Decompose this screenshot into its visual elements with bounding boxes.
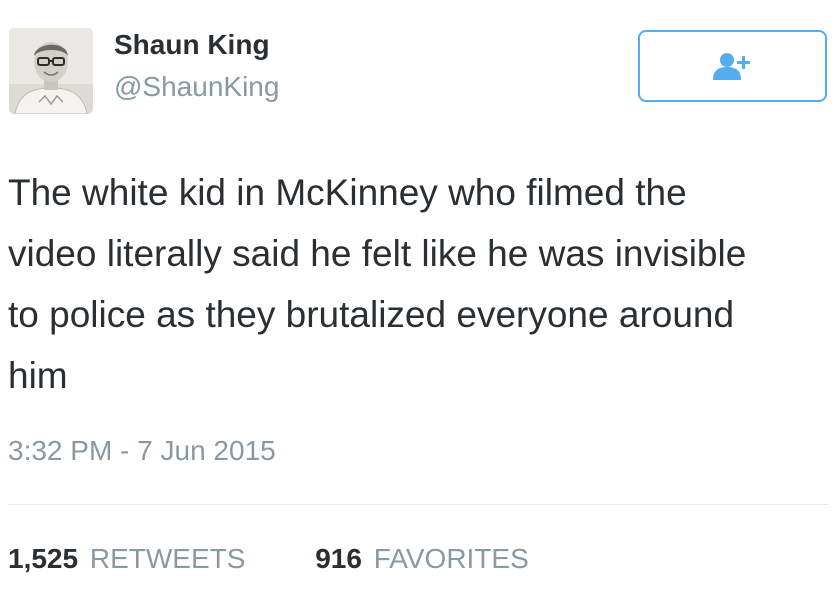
add-user-icon bbox=[712, 53, 750, 80]
follow-button[interactable] bbox=[638, 30, 827, 102]
tweet-stats: 1,525 RETWEETS 916 FAVORITES bbox=[8, 542, 591, 576]
favorite-label: FAVORITES bbox=[373, 543, 529, 574]
tweet-timestamp[interactable]: 3:32 PM - 7 Jun 2015 bbox=[8, 434, 276, 468]
tweet-text-line: video literally said he felt like he was… bbox=[8, 233, 747, 274]
author-handle[interactable]: @ShaunKing bbox=[114, 70, 279, 104]
favorites-stat[interactable]: 916 FAVORITES bbox=[315, 542, 529, 576]
avatar[interactable] bbox=[9, 28, 93, 114]
tweet-text: The white kid in McKinney who filmed the… bbox=[8, 162, 818, 406]
tweet-text-line: him bbox=[8, 355, 68, 396]
retweet-label: RETWEETS bbox=[89, 543, 246, 574]
favorite-count: 916 bbox=[315, 543, 362, 574]
tweet-text-line: to police as they brutalized everyone ar… bbox=[8, 294, 735, 335]
tweet-card: Shaun King @ShaunKing The white kid in M… bbox=[0, 0, 840, 597]
profile-photo-icon bbox=[9, 28, 93, 114]
retweet-count: 1,525 bbox=[8, 543, 79, 574]
tweet-text-line: The white kid in McKinney who filmed the bbox=[8, 172, 687, 213]
retweets-stat[interactable]: 1,525 RETWEETS bbox=[8, 542, 245, 576]
author-name[interactable]: Shaun King bbox=[114, 28, 270, 62]
divider bbox=[8, 504, 828, 505]
